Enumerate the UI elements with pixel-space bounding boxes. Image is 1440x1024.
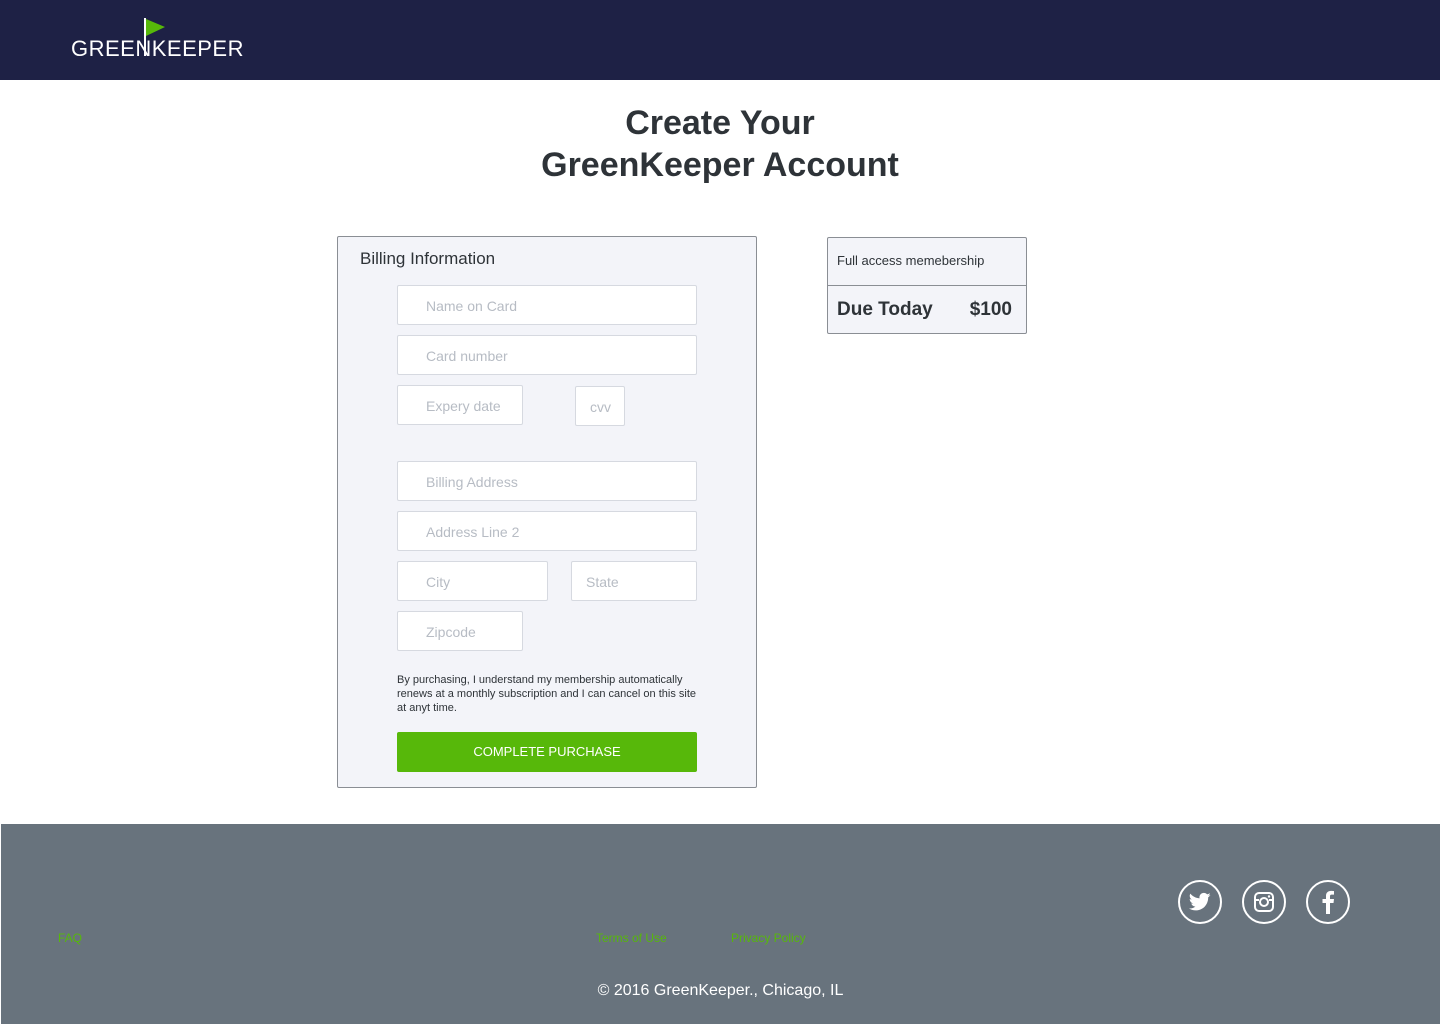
facebook-link[interactable] [1306,880,1350,924]
complete-purchase-button[interactable]: COMPLETE PURCHASE [397,732,697,772]
expiry-date-input[interactable] [426,387,522,425]
billing-form: Billing Information By purchasing, I und… [337,236,757,788]
address-line-2-field [397,511,697,551]
page-title-line1: Create Your [625,104,815,142]
twitter-icon [1189,892,1211,911]
cvv-input[interactable] [590,388,624,426]
zipcode-input[interactable] [426,613,522,651]
page-title: Create Your GreenKeeper Account [0,102,1440,186]
billing-address-field [397,461,697,501]
page-title-line2: GreenKeeper Account [541,146,899,184]
expiry-date-field [397,385,523,425]
state-input[interactable] [586,563,696,601]
footer: FAQ Terms of Use Privacy Policy © 2016 G… [1,824,1440,1024]
city-input[interactable] [426,563,547,601]
instagram-icon [1254,892,1274,912]
order-summary: Full access memebership Due Today $100 [827,237,1027,334]
instagram-link[interactable] [1242,880,1286,924]
renewal-disclaimer: By purchasing, I understand my membershi… [397,674,696,714]
due-today-amount: $100 [969,299,1012,320]
state-field [571,561,697,601]
facebook-icon [1322,890,1334,914]
name-on-card-input[interactable] [426,287,696,325]
name-on-card-field [397,285,697,325]
footer-link-terms[interactable]: Terms of Use [596,931,667,945]
card-number-field [397,335,697,375]
zipcode-field [397,611,523,651]
cvv-field [575,386,625,426]
due-today-label: Due Today [837,299,933,320]
footer-link-faq[interactable]: FAQ [58,931,82,945]
address-line-2-input[interactable] [426,513,696,551]
copyright-text: © 2016 GreenKeeper., Chicago, IL [597,982,844,999]
billing-address-input[interactable] [426,463,696,501]
billing-heading: Billing Information [360,249,496,268]
footer-link-privacy[interactable]: Privacy Policy [731,931,806,945]
card-number-input[interactable] [426,337,696,375]
summary-plan-row: Full access memebership [828,238,1026,286]
plan-label: Full access memebership [837,253,985,268]
city-field [397,561,548,601]
flag-icon [144,18,165,56]
twitter-link[interactable] [1178,880,1222,924]
greenkeeper-logo[interactable]: GREENKEEPER [71,16,244,61]
top-navbar: GREENKEEPER [0,0,1440,80]
